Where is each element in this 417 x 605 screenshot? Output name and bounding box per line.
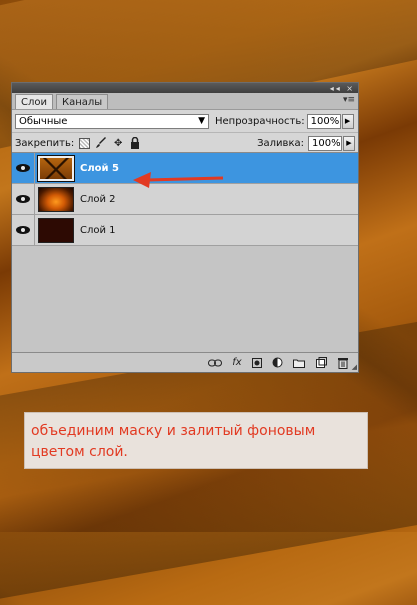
lock-row: Закрепить: ✥ Заливка: 100% ▶: [12, 132, 358, 153]
layer-thumbnail: [38, 186, 74, 212]
lock-icon[interactable]: [129, 137, 141, 149]
layer-row[interactable]: Слой 1: [12, 215, 358, 246]
fill-label: Заливка:: [257, 137, 304, 149]
link-icon[interactable]: [208, 357, 222, 369]
tab-channels[interactable]: Каналы: [56, 94, 109, 109]
chevron-down-icon: ▼: [198, 115, 205, 126]
tab-layers[interactable]: Слои: [15, 94, 53, 109]
eye-icon: [16, 226, 30, 234]
annotation-arrow: [133, 172, 224, 188]
visibility-toggle[interactable]: [12, 184, 35, 214]
move-icon[interactable]: ✥: [112, 137, 124, 149]
folder-icon[interactable]: [292, 357, 306, 369]
lock-label: Закрепить:: [15, 137, 75, 149]
blend-mode-value: Обычные: [19, 115, 68, 127]
layer-thumbnail: [38, 217, 74, 243]
opacity-slider-button[interactable]: ▶: [341, 113, 354, 129]
panel-tabs: Слои Каналы ▾≡: [12, 93, 358, 110]
layer-thumbnail: [37, 154, 75, 182]
eye-icon: [16, 164, 30, 172]
blend-row: Обычные ▼ Непрозрачность: 100% ▶: [12, 110, 358, 132]
fx-label: fx: [232, 357, 242, 368]
brush-icon[interactable]: [95, 137, 107, 149]
panel-bottom-bar: fx ◢: [12, 352, 358, 372]
opacity-label: Непрозрачность:: [215, 115, 305, 127]
mask-icon[interactable]: [252, 357, 262, 368]
visibility-toggle[interactable]: [12, 215, 35, 245]
fill-input[interactable]: 100%: [308, 135, 342, 151]
instruction-caption: объединим маску и залитый фоновым цветом…: [24, 412, 368, 469]
fill-slider-button[interactable]: ▶: [343, 135, 355, 151]
layer-name: Слой 5: [80, 162, 119, 174]
layers-panel: ◂◂ × Слои Каналы ▾≡ Обычные ▼ Непрозрачн…: [11, 82, 359, 373]
visibility-toggle[interactable]: [12, 153, 35, 183]
layer-name: Слой 1: [80, 224, 116, 236]
panel-titlebar[interactable]: ◂◂ ×: [12, 83, 358, 93]
layer-name: Слой 2: [80, 193, 116, 205]
panel-controls[interactable]: ◂◂ ×: [330, 84, 355, 93]
panel-menu-icon[interactable]: ▾≡: [343, 95, 355, 105]
trash-icon[interactable]: [336, 357, 350, 369]
opacity-input[interactable]: 100%: [306, 113, 341, 129]
new-layer-icon[interactable]: [314, 357, 328, 369]
blend-mode-select[interactable]: Обычные ▼: [15, 113, 209, 129]
eye-icon: [16, 195, 30, 203]
resize-grip-icon[interactable]: ◢: [352, 363, 357, 371]
layer-row[interactable]: Слой 2: [12, 184, 358, 215]
fx-icon[interactable]: fx: [230, 357, 244, 369]
adjustment-icon[interactable]: [270, 357, 284, 369]
lock-transparency-icon[interactable]: [79, 137, 91, 149]
